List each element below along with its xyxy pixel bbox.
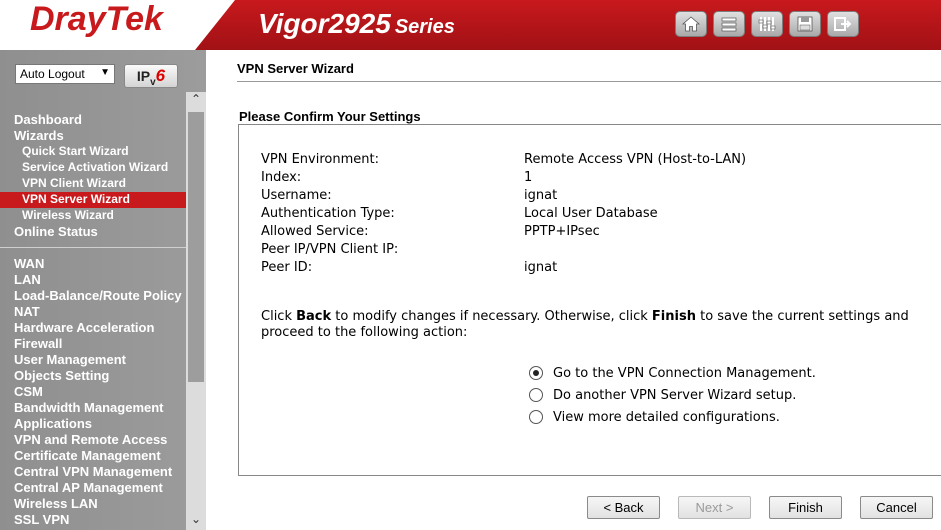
next-button[interactable]: Next > (678, 496, 751, 519)
page-title: VPN Server Wizard (237, 61, 354, 76)
chevron-down-icon: ▼ (100, 67, 110, 78)
home-icon[interactable] (675, 11, 707, 37)
setting-value: ignat (524, 188, 558, 203)
sidebar-item-quick-start-wizard[interactable]: Quick Start Wizard (0, 144, 186, 160)
sidebar-item-firewall[interactable]: Firewall (0, 336, 186, 352)
option-label: View more detailed configurations. (553, 409, 780, 425)
scrollbar-thumb[interactable] (188, 112, 204, 382)
setting-label: Peer ID: (261, 260, 313, 275)
option-label: Go to the VPN Connection Management. (553, 365, 816, 381)
option-vpn-connection-management[interactable]: Go to the VPN Connection Management. (529, 362, 816, 384)
sidebar-item-vpn-client-wizard[interactable]: VPN Client Wizard (0, 176, 186, 192)
chevron-up-icon[interactable]: ⌃ (186, 92, 206, 110)
main-content: VPN Server Wizard Please Confirm Your Se… (206, 50, 941, 530)
sidebar-menu: Dashboard Wizards Quick Start Wizard Ser… (0, 112, 186, 528)
option-label: Do another VPN Server Wizard setup. (553, 387, 797, 403)
setting-label: Authentication Type: (261, 206, 395, 221)
header-toolbar (675, 11, 859, 37)
brand-logo: DrayTek (30, 0, 163, 38)
instruction-text: Click Back to modify changes if necessar… (261, 309, 921, 341)
ipv6-six-text: 6 (155, 66, 166, 85)
confirm-settings-panel: VPN Environment: Remote Access VPN (Host-… (238, 124, 941, 476)
sidebar-item-csm[interactable]: CSM (0, 384, 186, 400)
option-detailed-configurations[interactable]: View more detailed configurations. (529, 406, 816, 428)
note-part: Click (261, 309, 297, 324)
sidebar-item-vpn-server-wizard[interactable]: VPN Server Wizard (0, 192, 186, 208)
product-series: Series (394, 16, 455, 38)
sidebar-item-wizards[interactable]: Wizards (0, 128, 186, 144)
radio-button-checked[interactable] (529, 366, 543, 380)
setting-value: Remote Access VPN (Host-to-LAN) (524, 152, 747, 167)
note-finish-emphasis: Finish (651, 309, 696, 324)
note-part: to modify changes if necessary. Otherwis… (331, 309, 652, 324)
product-model: Vigor2925 (258, 8, 391, 39)
sidebar-item-dashboard[interactable]: Dashboard (0, 112, 186, 128)
sidebar-item-service-activation-wizard[interactable]: Service Activation Wizard (0, 160, 186, 176)
option-another-wizard-setup[interactable]: Do another VPN Server Wizard setup. (529, 384, 816, 406)
sidebar-item-online-status[interactable]: Online Status (0, 224, 186, 240)
sidebar-item-ssl-vpn[interactable]: SSL VPN (0, 512, 186, 528)
sidebar-item-vpn-remote-access[interactable]: VPN and Remote Access (0, 432, 186, 448)
sidebar-item-central-vpn-management[interactable]: Central VPN Management (0, 464, 186, 480)
sidebar-item-bandwidth-management[interactable]: Bandwidth Management (0, 400, 186, 416)
sidebar-item-wan[interactable]: WAN (0, 256, 186, 272)
settings-sliders-icon[interactable] (751, 11, 783, 37)
sidebar-item-objects-setting[interactable]: Objects Setting (0, 368, 186, 384)
sidebar-item-lan[interactable]: LAN (0, 272, 186, 288)
save-icon[interactable] (789, 11, 821, 37)
sidebar-item-load-balance[interactable]: Load-Balance/Route Policy (0, 288, 186, 304)
setting-label: Index: (261, 170, 302, 185)
sidebar-item-central-ap-management[interactable]: Central AP Management (0, 480, 186, 496)
top-header: DrayTek Vigor2925 Series (0, 0, 941, 50)
wizard-buttons: < Back Next > Finish Cancel (587, 496, 933, 519)
setting-value: Local User Database (524, 206, 658, 221)
title-divider (237, 81, 941, 82)
auto-logout-value: Auto Logout (20, 67, 85, 81)
setting-label: Username: (261, 188, 332, 203)
ipv6-ip-text: IP (136, 68, 151, 84)
logo-area: DrayTek (0, 0, 235, 50)
radio-button[interactable] (529, 410, 543, 424)
sidebar: Auto Logout ▼ IPv6 Dashboard Wizards Qui… (0, 50, 206, 530)
setting-value: 1 (524, 170, 533, 185)
sidebar-top: Auto Logout ▼ IPv6 (0, 50, 206, 90)
finish-button[interactable]: Finish (769, 496, 842, 519)
sidebar-item-nat[interactable]: NAT (0, 304, 186, 320)
setting-label: VPN Environment: (261, 152, 379, 167)
sidebar-divider (0, 247, 186, 248)
sidebar-scrollbar[interactable]: ⌃ ⌄ (186, 92, 206, 530)
ipv6-button[interactable]: IPv6 (124, 64, 178, 88)
sidebar-item-certificate-management[interactable]: Certificate Management (0, 448, 186, 464)
section-title: Please Confirm Your Settings (239, 109, 421, 124)
chevron-down-icon[interactable]: ⌄ (186, 512, 206, 530)
logout-icon[interactable] (827, 11, 859, 37)
back-button[interactable]: < Back (587, 496, 660, 519)
sidebar-item-applications[interactable]: Applications (0, 416, 186, 432)
setting-label: Allowed Service: (261, 224, 369, 239)
setting-value: ignat (524, 260, 558, 275)
quick-access-icon[interactable] (713, 11, 745, 37)
sidebar-item-wireless-lan[interactable]: Wireless LAN (0, 496, 186, 512)
sidebar-item-user-management[interactable]: User Management (0, 352, 186, 368)
sidebar-item-wireless-wizard[interactable]: Wireless Wizard (0, 208, 186, 224)
note-back-emphasis: Back (296, 309, 332, 324)
cancel-button[interactable]: Cancel (860, 496, 933, 519)
radio-button[interactable] (529, 388, 543, 402)
setting-label: Peer IP/VPN Client IP: (261, 242, 399, 257)
setting-value: PPTP+IPsec (524, 224, 600, 239)
next-action-options: Go to the VPN Connection Management. Do … (529, 362, 816, 428)
auto-logout-select[interactable]: Auto Logout ▼ (15, 64, 115, 84)
sidebar-item-hardware-acceleration[interactable]: Hardware Acceleration (0, 320, 186, 336)
product-name: Vigor2925 Series (258, 8, 455, 40)
